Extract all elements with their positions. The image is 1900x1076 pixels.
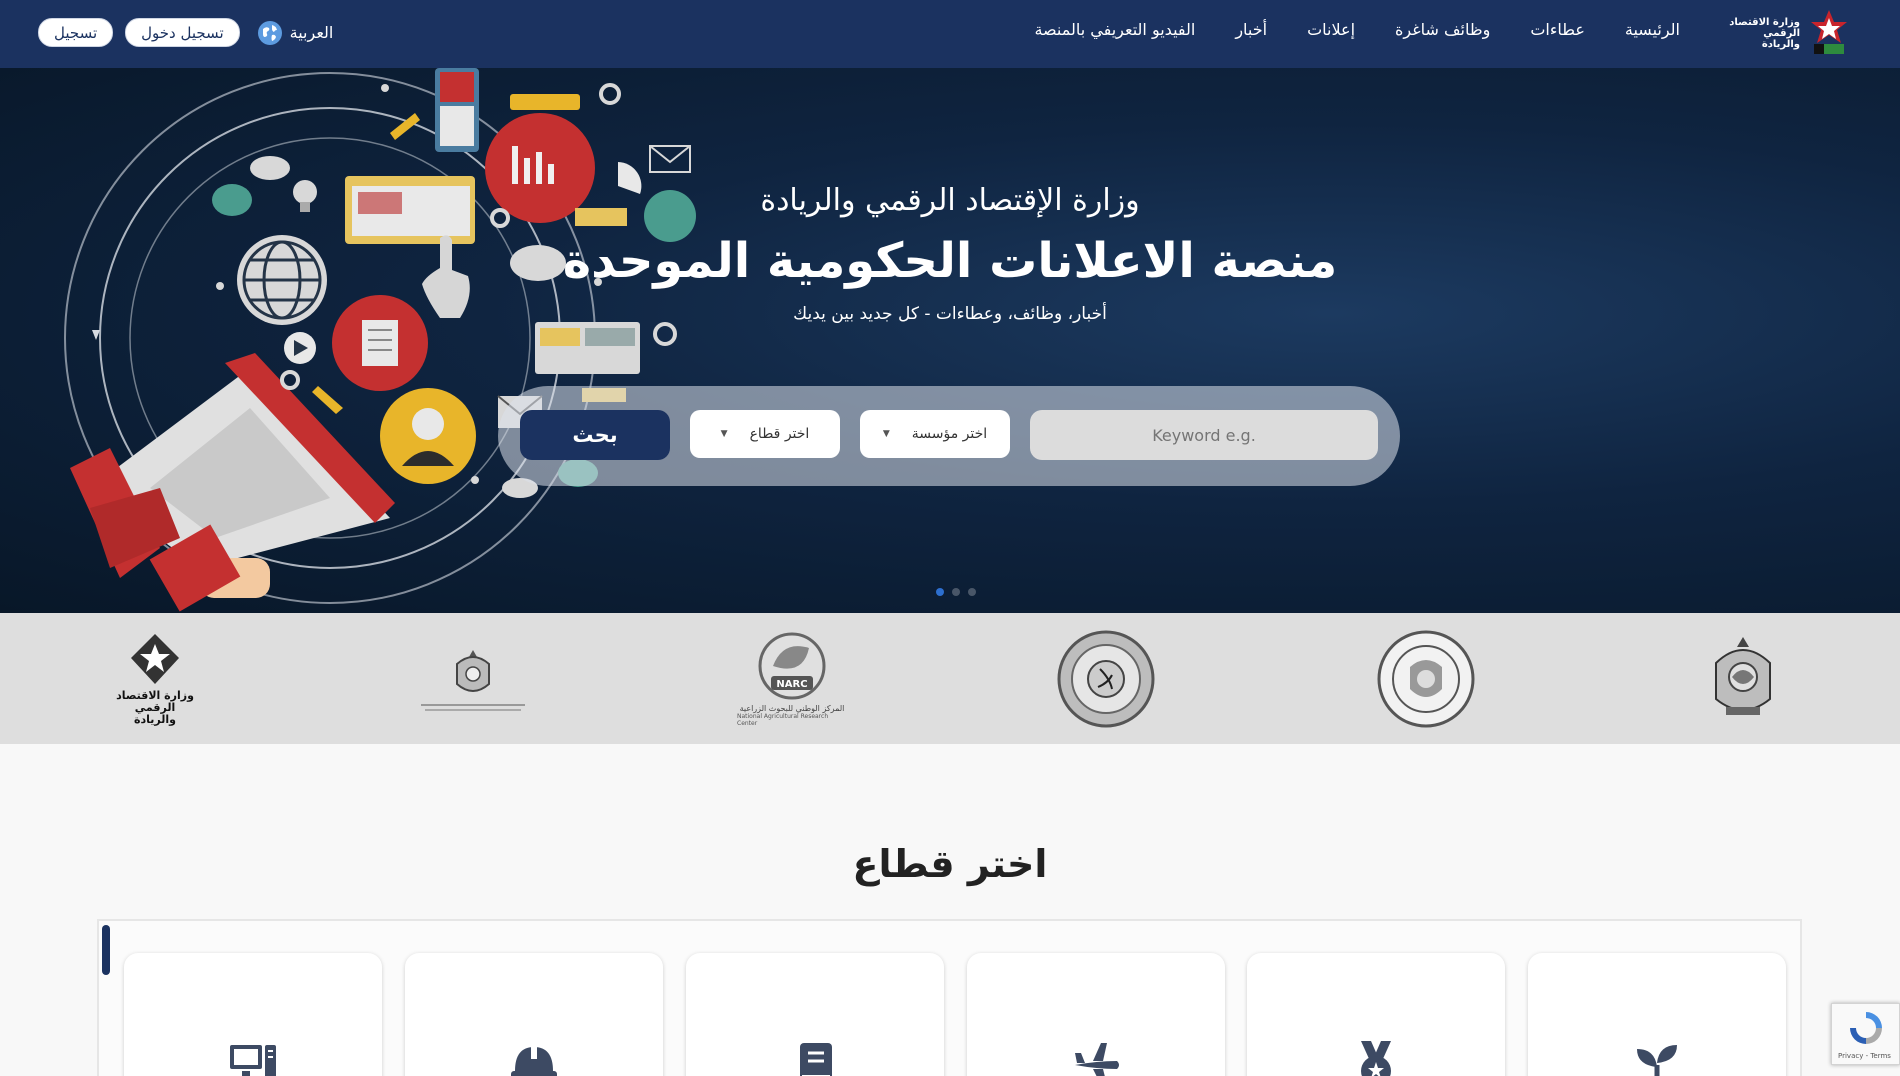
hero-banner: وزارة الإقتصاد الرقمي والريادة منصة الاع… <box>0 68 1900 613</box>
hardhat-icon <box>511 1045 557 1076</box>
leaf-seal-icon: NARC <box>758 632 826 699</box>
sector-card[interactable] <box>405 953 663 1076</box>
narc-label: NARC <box>776 679 807 690</box>
modee-logo[interactable]: وزارة الاقتصاد الرقمي والريادة <box>100 627 210 731</box>
slider-dots <box>936 588 976 596</box>
main-nav: الرئيسية عطاءات وظائف شاغرة إعلانات أخبا… <box>1034 20 1680 39</box>
seal-icon <box>1057 630 1155 728</box>
computer-icon <box>230 1045 276 1076</box>
narc-subcaption-en: National Agricultural Research Center <box>737 712 829 727</box>
institution-select-label: اختر مؤسسة <box>911 426 988 442</box>
sector-card[interactable] <box>1528 953 1786 1076</box>
divider <box>421 703 525 706</box>
nav-item-tenders[interactable]: عطاءات <box>1530 20 1585 39</box>
coat-of-arms-icon <box>456 649 490 692</box>
slide-dot[interactable] <box>936 588 944 596</box>
narc-subcaption: المركز الوطني للبحوث الزراعية <box>739 703 845 713</box>
sectors-title: اختر قطاع <box>852 842 1048 886</box>
recaptcha-icon <box>1850 1012 1882 1044</box>
sector-select-label: اختر قطاع <box>749 426 810 442</box>
recaptcha-badge[interactable]: Privacy - Terms <box>1831 1003 1900 1065</box>
nav-item-intro-video[interactable]: الفيديو التعريفي بالمنصة <box>1034 20 1195 39</box>
language-switcher[interactable]: العربية <box>257 20 334 45</box>
institution-select[interactable]: ▼ اختر مؤسسة <box>860 410 1010 458</box>
emblem-logo[interactable] <box>1688 627 1798 731</box>
star-emblem-icon <box>1811 10 1847 54</box>
modee-logo-text: وزارة الاقتصاد الرقمي والريادة <box>116 689 194 726</box>
scrollbar-thumb[interactable] <box>102 925 110 975</box>
ministry-logo[interactable]: وزارة الاقتصاد الرقمي والريادة <box>1726 8 1852 58</box>
register-button[interactable]: تسجيل <box>38 18 114 47</box>
sector-carousel <box>97 919 1802 1076</box>
top-navbar: تسجيل تسجيل دخول العربية الرئيسية عطاءات… <box>0 0 1900 68</box>
ministry-logo-text: وزارة الاقتصاد الرقمي والريادة <box>1729 16 1800 50</box>
star-emblem-icon <box>131 634 179 684</box>
hero-ministry-name: وزارة الإقتصاد الرقمي والريادة <box>760 183 1140 218</box>
sprout-icon <box>1637 1045 1677 1076</box>
slide-dot[interactable] <box>952 588 960 596</box>
megaphone-illustration <box>64 68 696 612</box>
partners-strip: NARC المركز الوطني للبحوث الزراعية Natio… <box>0 613 1900 744</box>
energy-regulatory-logo[interactable] <box>1051 627 1161 731</box>
language-label: العربية <box>289 23 334 42</box>
airplane-icon <box>1075 1043 1119 1076</box>
hero-tagline: أخبار، وظائف، وعطاءات - كل جديد بين يديك <box>793 304 1107 324</box>
seal-icon <box>1377 630 1475 728</box>
sector-card[interactable] <box>124 953 382 1076</box>
slide-dot[interactable] <box>968 588 976 596</box>
book-icon <box>800 1043 832 1076</box>
keyword-input[interactable] <box>1030 410 1378 460</box>
sector-card[interactable] <box>1247 953 1505 1076</box>
login-button[interactable]: تسجيل دخول <box>125 18 240 47</box>
higher-education-logo[interactable] <box>418 627 528 731</box>
recaptcha-label[interactable]: Privacy - Terms <box>1838 1052 1891 1060</box>
social-security-logo[interactable] <box>1371 627 1481 731</box>
hero-title: منصة الاعلانات الحكومية الموحدة <box>562 233 1338 289</box>
chevron-down-icon: ▼ <box>882 429 890 439</box>
auth-language-group: تسجيل تسجيل دخول العربية <box>38 18 333 47</box>
sector-card[interactable] <box>686 953 944 1076</box>
nav-item-announcements[interactable]: إعلانات <box>1307 20 1355 39</box>
medal-icon <box>1361 1041 1391 1076</box>
sector-select[interactable]: ▼ اختر قطاع <box>690 410 840 458</box>
divider <box>425 708 521 711</box>
nav-item-news[interactable]: أخبار <box>1235 20 1267 39</box>
sector-card[interactable] <box>967 953 1225 1076</box>
coat-of-arms-icon <box>1715 637 1771 715</box>
search-button[interactable]: بحث <box>520 410 670 460</box>
narc-logo[interactable]: NARC المركز الوطني للبحوث الزراعية Natio… <box>737 627 847 731</box>
nav-item-jobs[interactable]: وظائف شاغرة <box>1395 20 1490 39</box>
nav-item-home[interactable]: الرئيسية <box>1625 20 1680 39</box>
chevron-down-icon: ▼ <box>720 429 728 439</box>
search-bar: بحث ▼ اختر قطاع ▼ اختر مؤسسة <box>498 386 1400 486</box>
globe-icon <box>257 20 282 45</box>
